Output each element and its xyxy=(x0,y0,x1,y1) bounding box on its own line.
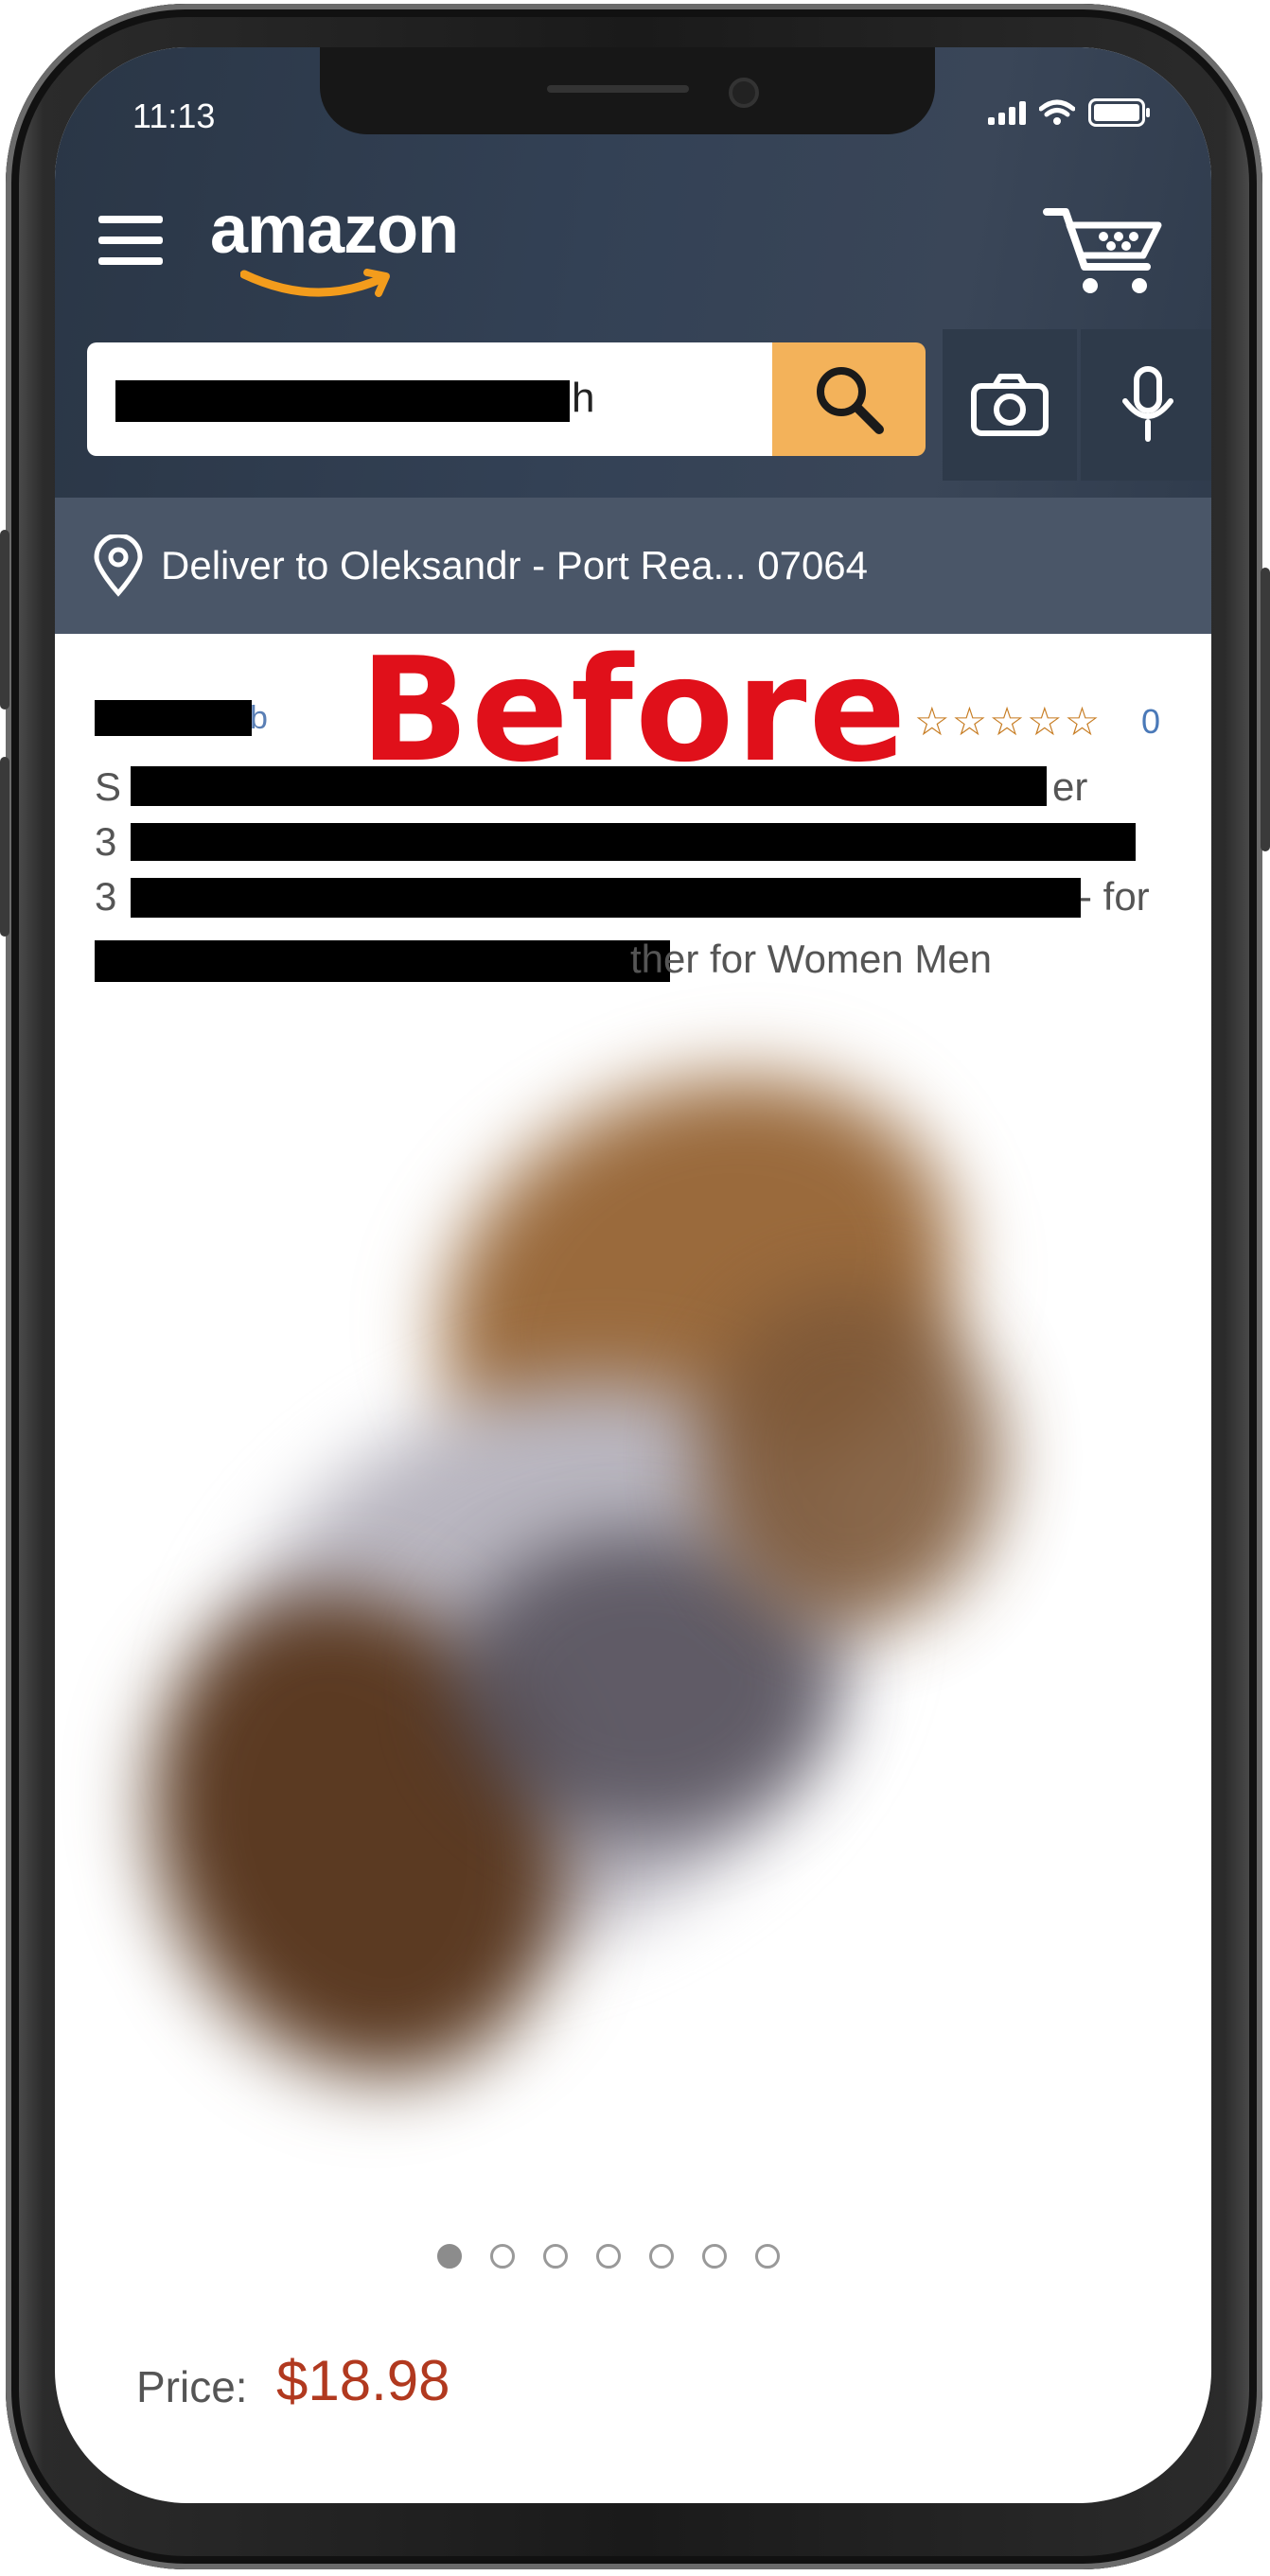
side-button-left-2 xyxy=(0,757,9,937)
search-button[interactable] xyxy=(772,342,926,456)
status-icons xyxy=(988,98,1150,127)
speaker xyxy=(547,85,689,93)
signal-icon xyxy=(988,100,1026,125)
deliver-to-bar[interactable]: Deliver to Oleksandr - Port Rea... 07064 xyxy=(55,498,1211,634)
redaction-bar xyxy=(95,940,670,982)
camera-search-button[interactable] xyxy=(943,329,1077,481)
app-header: 11:13 amazon h Deliver to Oleksandr - Po… xyxy=(55,47,1211,634)
rating-count[interactable]: 0 xyxy=(1141,702,1160,742)
wifi-icon xyxy=(1039,99,1075,125)
side-button-right xyxy=(1261,568,1270,851)
price-label: Price: xyxy=(136,2362,248,2411)
title-line-lead: 3 xyxy=(95,874,117,919)
carousel-dot[interactable] xyxy=(649,2244,674,2269)
redaction-bar xyxy=(131,766,1047,806)
cart-icon[interactable] xyxy=(1043,204,1166,299)
carousel-dot[interactable] xyxy=(543,2244,568,2269)
search-input-tail: h xyxy=(572,375,595,421)
carousel-dot[interactable] xyxy=(596,2244,621,2269)
rating-stars[interactable]: ☆☆☆☆☆ xyxy=(914,698,1102,745)
title-line-lead: S xyxy=(95,764,122,809)
status-time: 11:13 xyxy=(132,96,216,135)
brand-link-tail[interactable]: b xyxy=(250,700,268,737)
amazon-smile-icon xyxy=(240,269,390,297)
carousel-dot[interactable] xyxy=(437,2244,462,2269)
voice-search-button[interactable] xyxy=(1081,329,1211,481)
deliver-to-text: Deliver to Oleksandr - Port Rea... 07064 xyxy=(161,543,869,587)
location-pin-icon xyxy=(94,534,143,597)
image-carousel-dots[interactable] xyxy=(437,2244,780,2269)
search-icon xyxy=(817,367,884,434)
side-button-left-1 xyxy=(0,530,9,710)
title-line-lead: 3 xyxy=(95,819,117,864)
amazon-logo[interactable]: amazon xyxy=(210,191,459,269)
image-blur-region xyxy=(698,1287,1001,1627)
screen: 11:13 amazon h Deliver to Oleksandr - Po… xyxy=(55,47,1211,2503)
redaction-bar xyxy=(131,823,1136,861)
battery-icon xyxy=(1088,98,1150,127)
title-line-tail: - for xyxy=(1079,874,1150,919)
camera-icon xyxy=(971,374,1049,436)
title-line-tail: ther for Women Men xyxy=(630,937,993,981)
redaction-bar xyxy=(115,380,570,422)
price-value: $18.98 xyxy=(276,2349,450,2412)
menu-icon[interactable] xyxy=(98,216,163,278)
search-input[interactable]: h xyxy=(87,342,772,456)
carousel-dot[interactable] xyxy=(755,2244,780,2269)
front-camera xyxy=(729,78,759,108)
search-row: h xyxy=(87,329,1211,482)
redaction-bar xyxy=(95,700,252,736)
carousel-dot[interactable] xyxy=(702,2244,727,2269)
redaction-bar xyxy=(131,878,1081,918)
microphone-icon xyxy=(1122,366,1173,442)
product-image[interactable] xyxy=(86,995,1181,2195)
notch xyxy=(320,47,935,134)
title-line-tail: er xyxy=(1052,764,1088,809)
carousel-dot[interactable] xyxy=(490,2244,515,2269)
